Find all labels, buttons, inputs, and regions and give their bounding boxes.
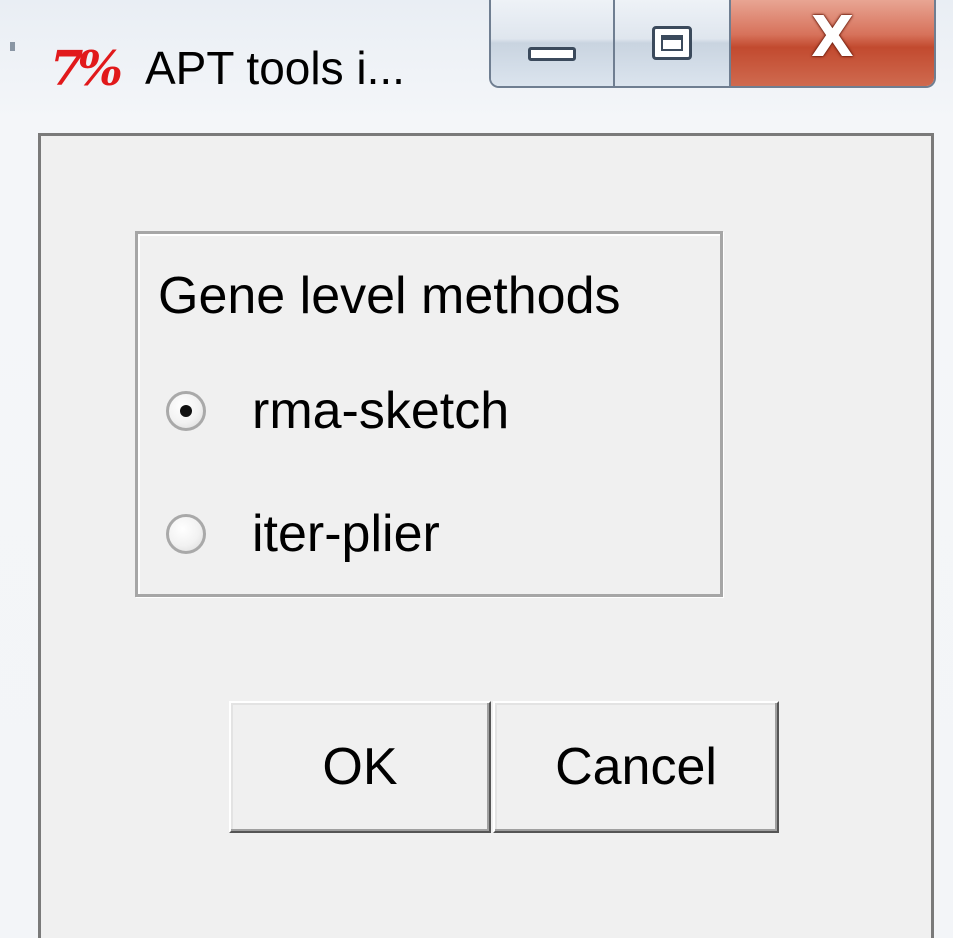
maximize-icon [652,26,692,60]
caption-buttons: X [489,0,936,88]
radio-button[interactable] [166,514,206,554]
radio-label: iter-plier [252,505,440,563]
window-corner-mark [10,42,15,51]
ok-button[interactable]: OK [229,701,491,833]
close-icon: X [810,5,855,70]
radio-button-checked[interactable] [166,391,206,431]
group-title: Gene level methods [158,267,621,325]
cancel-button[interactable]: Cancel [493,701,779,833]
dialog-window: 7% APT tools i... X Gene level methods r… [0,0,953,938]
minimize-button[interactable] [491,0,615,86]
radio-option-rma-sketch[interactable]: rma-sketch [166,379,509,443]
minimize-icon [528,47,576,61]
maximize-button[interactable] [615,0,731,86]
close-button[interactable]: X [731,0,934,86]
dialog-client-area: Gene level methods rma-sketch iter-plier… [38,133,934,938]
title-bar[interactable]: 7% APT tools i... X [0,0,953,110]
tk-feather-icon: 7% [50,41,123,97]
gene-level-methods-group: Gene level methods rma-sketch iter-plier [135,231,723,597]
radio-label: rma-sketch [252,382,510,440]
radio-option-iter-plier[interactable]: iter-plier [166,502,440,566]
window-title: APT tools i... [145,42,405,94]
